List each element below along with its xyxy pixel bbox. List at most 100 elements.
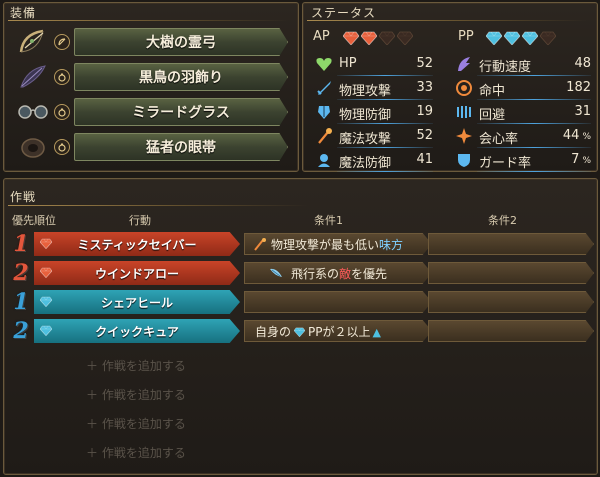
- evade-icon: [455, 103, 473, 121]
- stat-underline: [477, 147, 591, 148]
- stat-value-number: 44: [562, 128, 580, 143]
- pp-gem-icon: [485, 30, 503, 46]
- stat-name: 魔法防御: [339, 156, 392, 171]
- add-strategy-button[interactable]: ＋ 作戦を追加する: [86, 357, 186, 374]
- stat-value-number: 52: [416, 128, 433, 143]
- stat-row: 行動速度 48: [455, 54, 591, 76]
- action-button[interactable]: クイックキュア: [34, 319, 240, 343]
- speed-icon: [455, 55, 473, 73]
- condition-1-button[interactable]: 物理攻撃が最も低い味方: [244, 233, 432, 255]
- stat-value-number: 52: [416, 56, 433, 71]
- condition-1-button[interactable]: [244, 291, 432, 313]
- stat-value: 31: [574, 104, 591, 119]
- condition-2-button[interactable]: [428, 320, 594, 342]
- pp-gem-icon: [39, 296, 53, 308]
- equipment-row-eyepatch[interactable]: 猛者の眼帯: [12, 130, 296, 164]
- stat-row: 物理防御 19: [315, 102, 433, 124]
- stat-value-number: 41: [416, 152, 433, 167]
- action-button[interactable]: ミスティックセイバー: [34, 232, 240, 256]
- stat-underline: [337, 171, 433, 172]
- ap-label: AP: [313, 29, 330, 44]
- stat-value-number: 48: [574, 56, 591, 71]
- ring-slot-icon: [54, 104, 70, 120]
- add-strategy-button[interactable]: ＋ 作戦を追加する: [86, 444, 186, 461]
- condition-1-button[interactable]: 自身の PPが２以上 ▲: [244, 320, 432, 342]
- priority-number: 2: [13, 318, 29, 344]
- strategy-title: 作戦: [10, 190, 37, 204]
- stat-row: ガード率 7%: [455, 150, 591, 172]
- condition-1-text: 自身の PPが２以上 ▲: [245, 323, 381, 340]
- ring-slot-icon: [54, 69, 70, 85]
- status-panel: ステータス AP PP HP 52 物理攻撃 33 物理防御 19 魔法攻撃 52 魔法防御 41…: [302, 2, 598, 172]
- stat-underline: [477, 99, 591, 100]
- pp-gem-icon: [39, 325, 53, 337]
- strategy-row[interactable]: 1 ミスティックセイバー 物理攻撃が最も低い味方: [8, 232, 596, 256]
- stat-value: 41: [416, 152, 433, 167]
- staff-icon: [315, 127, 333, 145]
- stat-value-number: 31: [574, 104, 591, 119]
- action-button[interactable]: シェアヒール: [34, 290, 240, 314]
- strategy-row[interactable]: 1 シェアヒール: [8, 290, 596, 314]
- up-arrow-icon: ▲: [372, 325, 381, 339]
- condition-text-part: PPが２以上: [308, 324, 371, 339]
- equipment-row-feather[interactable]: 黒鳥の羽飾り: [12, 60, 296, 94]
- condition-2-button[interactable]: [428, 233, 594, 255]
- condition-target-highlight: 味方: [379, 237, 404, 252]
- add-strategy-button[interactable]: ＋ 作戦を追加する: [86, 386, 186, 403]
- action-label: ミスティックセイバー: [77, 237, 197, 252]
- stat-name: 命中: [479, 84, 506, 99]
- stat-row: 会心率 44%: [455, 126, 591, 148]
- strategy-panel: 作戦 優先順位 行動 条件1 条件2 1 ミスティックセイバー 物理攻撃が最も低い味…: [3, 178, 598, 475]
- stat-value: 182: [566, 80, 591, 95]
- equipment-name: ミラードグラス: [74, 98, 288, 126]
- header-condition-2: 条件2: [488, 214, 517, 227]
- stat-name: HP: [339, 56, 357, 71]
- ring-slot-icon: [54, 139, 70, 155]
- stat-underline: [477, 123, 591, 124]
- stat-row: 魔法防御 41: [315, 150, 433, 172]
- condition-2-button[interactable]: [428, 291, 594, 313]
- stat-value: 44%: [563, 128, 591, 143]
- condition-1-text: 物理攻撃が最も低い味方: [245, 236, 403, 253]
- condition-1-button[interactable]: 飛行系の敵を優先: [244, 262, 432, 284]
- stat-row: HP 52: [315, 54, 433, 76]
- condition-text-part: 物理攻撃が最も低い: [271, 237, 380, 252]
- pp-gem-icon: [521, 30, 539, 46]
- strategy-title-divider: [8, 205, 308, 206]
- stat-value-number: 182: [566, 80, 591, 95]
- equipment-name: 黒鳥の羽飾り: [74, 63, 288, 91]
- stat-value-number: 19: [416, 104, 433, 119]
- strategy-row[interactable]: 2 クイックキュア 自身の PPが２以上 ▲: [8, 319, 596, 343]
- stat-underline: [337, 99, 433, 100]
- action-label: シェアヒール: [100, 295, 173, 310]
- equipment-title: 装備: [10, 6, 37, 20]
- equipment-row-glasses[interactable]: ミラードグラス: [12, 95, 296, 129]
- bow-slot-icon: [54, 34, 70, 50]
- equipment-row-bow[interactable]: 大樹の霊弓: [12, 25, 296, 59]
- condition-2-button[interactable]: [428, 262, 594, 284]
- condition-target-highlight: 敵: [339, 266, 352, 281]
- ap-gem-icon: [360, 30, 378, 46]
- stat-value: 52: [416, 56, 433, 71]
- add-strategy-button[interactable]: ＋ 作戦を追加する: [86, 415, 186, 432]
- staff-icon: [253, 237, 267, 251]
- stat-row: 回避 31: [455, 102, 591, 124]
- stat-name: 物理防御: [339, 108, 392, 123]
- stat-value: 33: [416, 80, 433, 95]
- strategy-row[interactable]: 2 ウインドアロー 飛行系の敵を優先: [8, 261, 596, 285]
- stat-name: 魔法攻撃: [339, 132, 392, 147]
- action-label: ウインドアロー: [94, 266, 179, 281]
- equipment-name: 大樹の霊弓: [74, 28, 288, 56]
- stat-value-number: 7: [571, 152, 580, 167]
- action-button[interactable]: ウインドアロー: [34, 261, 240, 285]
- equipment-name: 猛者の眼帯: [74, 133, 288, 161]
- glasses-icon: [16, 97, 50, 127]
- header-condition-1: 条件1: [314, 214, 343, 227]
- armor-icon: [315, 103, 333, 121]
- action-label: クイックキュア: [95, 324, 179, 339]
- stat-underline: [477, 75, 591, 76]
- magic-shield-icon: [315, 151, 333, 169]
- stat-underline: [337, 75, 433, 76]
- priority-number: 1: [13, 231, 29, 257]
- pp-gem-icon: [539, 30, 557, 46]
